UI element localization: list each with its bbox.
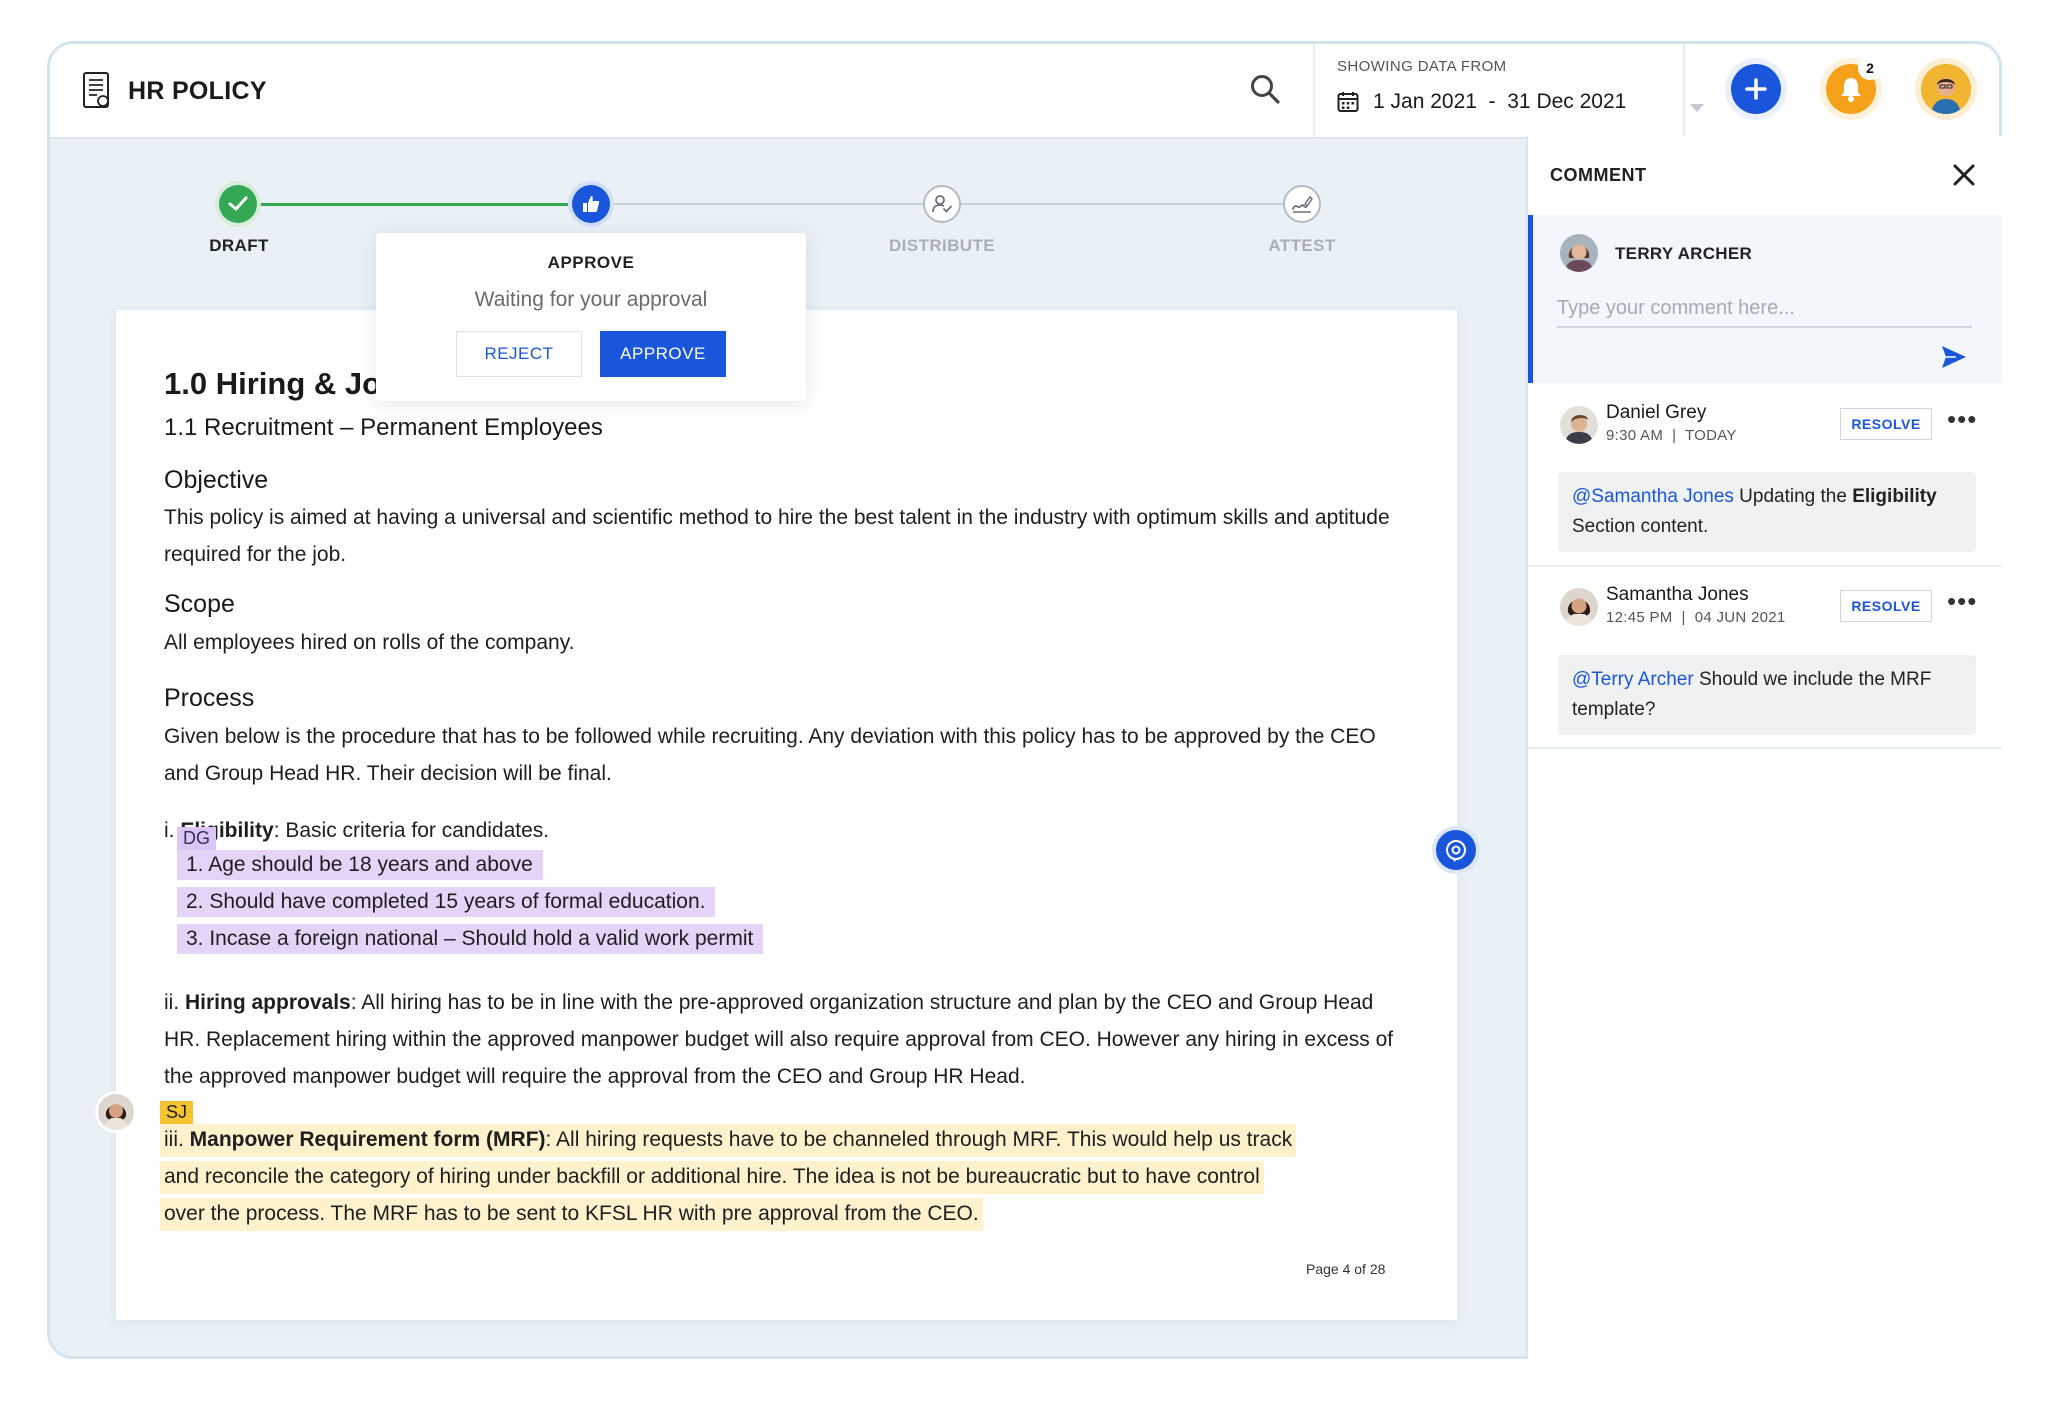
checkmark-icon — [228, 196, 248, 211]
step-approve-node[interactable] — [572, 185, 610, 223]
mrf-line-1[interactable]: iii. Manpower Requirement form (MRF): Al… — [160, 1124, 1297, 1157]
close-icon[interactable] — [1951, 162, 1977, 188]
search-icon[interactable] — [1248, 72, 1282, 106]
comment-bold-text: Eligibility — [1852, 486, 1937, 507]
comment-panel-title: COMMENT — [1550, 165, 1647, 185]
scope-text: All employees hired on rolls of the comp… — [164, 631, 575, 654]
eligibility-item-3[interactable]: 3. Incase a foreign national – Should ho… — [177, 924, 764, 954]
step-distribute-label: DISTRIBUTE — [889, 236, 995, 255]
objective-heading: Objective — [164, 466, 269, 494]
composer-avatar — [1560, 234, 1598, 272]
resolve-button[interactable]: RESOLVE — [1840, 408, 1932, 440]
commenter-avatar-samantha — [1560, 588, 1598, 626]
mrf-term: Manpower Requirement form (MRF) — [189, 1128, 546, 1151]
step-attest-node[interactable] — [1283, 185, 1321, 223]
step-distribute-node[interactable] — [923, 185, 961, 223]
progress-line-complete — [240, 203, 592, 206]
process-heading: Process — [164, 684, 255, 712]
notification-count-badge: 2 — [1858, 56, 1882, 80]
hiring-approvals-text: ii. Hiring approvals: All hiring has to … — [164, 984, 1394, 1095]
comment-timestamp: 9:30 AM | TODAY — [1606, 427, 1737, 444]
hiring-approvals-term: Hiring approvals — [185, 991, 351, 1014]
eligibility-line: i. Eligibility: Basic criteria for candi… — [164, 812, 1404, 849]
annotation-tag-dg[interactable]: DG — [177, 827, 216, 850]
comment-date: 04 JUN 2021 — [1694, 609, 1786, 626]
avatar-icon — [1560, 234, 1598, 272]
eligibility-item-1[interactable]: 1. Age should be 18 years and above — [177, 850, 543, 880]
user-check-icon — [932, 195, 952, 213]
eligibility-item-2[interactable]: 2. Should have completed 15 years of for… — [177, 887, 716, 917]
mrf-line-1-rest: : All hiring requests have to be channel… — [545, 1128, 1293, 1151]
comment-icon — [1446, 840, 1466, 862]
avatar-icon — [1560, 588, 1598, 626]
approve-button[interactable]: APPROVE — [600, 331, 726, 377]
mrf-line-3[interactable]: over the process. The MRF has to be sent… — [160, 1198, 983, 1231]
comment-input[interactable] — [1557, 290, 1972, 328]
avatar-icon — [98, 1094, 134, 1130]
reject-button[interactable]: REJECT — [456, 331, 582, 377]
scope-heading: Scope — [164, 590, 235, 618]
comment-author: Samantha Jones — [1606, 584, 1749, 605]
avatar-icon — [1560, 406, 1598, 444]
comment-body: @Terry Archer Should we include the MRF … — [1558, 655, 1976, 735]
step-draft-node[interactable] — [219, 185, 257, 223]
bell-icon — [1841, 78, 1861, 102]
mrf-line-2[interactable]: and reconcile the category of hiring und… — [160, 1161, 1264, 1194]
mention-link[interactable]: @Terry Archer — [1572, 669, 1694, 690]
comment-time: 12:45 PM — [1606, 609, 1673, 626]
page-title: HR POLICY — [128, 76, 267, 105]
popover-subtitle: Waiting for your approval — [474, 288, 708, 311]
add-button[interactable] — [1731, 64, 1781, 114]
section-heading: 1.0 Hiring & Jo — [164, 366, 382, 401]
user-avatar[interactable] — [1921, 64, 1971, 114]
process-text: Given below is the procedure that has to… — [164, 725, 1376, 785]
more-horizontal-icon[interactable]: ••• — [1947, 588, 1977, 614]
signature-icon — [1292, 195, 1313, 213]
more-horizontal-icon[interactable]: ••• — [1947, 406, 1977, 432]
chevron-down-icon — [1690, 104, 1704, 112]
date-range-picker[interactable]: SHOWING DATA FROM 1 Jan 2021 - 31 Dec 20… — [1337, 58, 1707, 128]
calendar-icon — [1337, 92, 1359, 112]
comment-text: Updating the — [1733, 486, 1853, 507]
resolve-button[interactable]: RESOLVE — [1840, 590, 1932, 622]
header-divider — [1683, 44, 1685, 139]
user-avatar-icon — [1921, 64, 1971, 114]
composer-author: TERRY ARCHER — [1615, 244, 1753, 263]
thumbs-up-icon — [583, 196, 600, 212]
annotation-tag-sj[interactable]: SJ — [160, 1101, 194, 1124]
date-caption: SHOWING DATA FROM — [1337, 58, 1507, 75]
approval-popover: APPROVE Waiting for your approval REJECT… — [376, 233, 806, 401]
commenter-avatar-daniel — [1560, 406, 1598, 444]
step-attest-label: ATTEST — [1268, 236, 1336, 255]
app-title: HR POLICY — [82, 71, 267, 111]
objective-text: This policy is aimed at having a univers… — [164, 506, 1390, 566]
comment-time: 9:30 AM — [1606, 427, 1664, 444]
eligibility-rest: : Basic criteria for candidates. — [273, 819, 550, 842]
comment-author: Daniel Grey — [1606, 402, 1707, 423]
comment-date: TODAY — [1684, 427, 1737, 444]
page-indicator: Page 4 of 28 — [1306, 1261, 1386, 1277]
comment-text: Section content. — [1572, 516, 1709, 537]
send-icon[interactable] — [1940, 344, 1968, 370]
plus-icon — [1745, 78, 1767, 100]
add-comment-button[interactable] — [1436, 830, 1476, 870]
commenter-avatar-sj[interactable] — [98, 1094, 134, 1130]
hiring-approvals-prefix: ii. — [164, 991, 185, 1014]
mrf-prefix: iii. — [164, 1128, 190, 1151]
section-subheading: 1.1 Recruitment – Permanent Employees — [164, 414, 603, 441]
document-certificate-icon — [83, 72, 109, 108]
mention-link[interactable]: @Samantha Jones — [1572, 486, 1734, 507]
step-draft-label: DRAFT — [209, 236, 269, 255]
popover-title: APPROVE — [547, 253, 635, 272]
comment-timestamp: 12:45 PM | 04 JUN 2021 — [1606, 609, 1786, 626]
comment-body: @Samantha Jones Updating the Eligibility… — [1558, 472, 1976, 552]
header-divider — [1313, 44, 1315, 139]
date-range-value: 1 Jan 2021 - 31 Dec 2021 — [1373, 90, 1627, 113]
